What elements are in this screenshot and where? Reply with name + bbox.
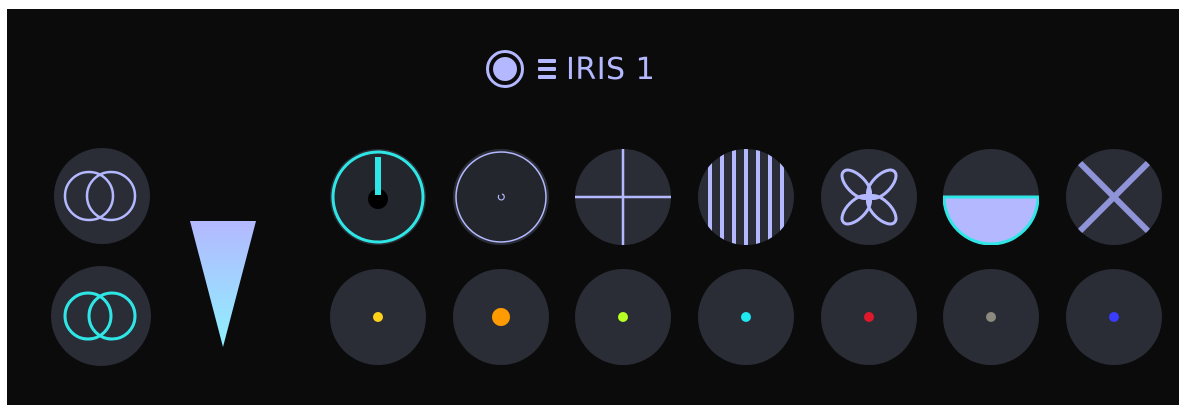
color-dot-yellow <box>373 312 383 322</box>
color-blue-button[interactable] <box>1066 269 1162 365</box>
header: IRIS 1 <box>480 44 655 94</box>
overlap-rings-icon <box>63 170 137 222</box>
iris-ring-dot <box>493 57 517 81</box>
iris-ring-icon[interactable] <box>486 50 524 88</box>
flower-icon <box>840 168 898 226</box>
vertical-lines-button[interactable] <box>698 149 794 245</box>
crosshair-icon <box>575 149 671 245</box>
color-yellow-button[interactable] <box>330 269 426 365</box>
color-red-button[interactable] <box>821 269 917 365</box>
vertical-lines-icon <box>708 149 784 245</box>
iris-dial-icon <box>331 150 425 244</box>
color-dot-orange <box>492 308 510 326</box>
color-dot-gray <box>986 312 996 322</box>
overlap-rings-cyan-button[interactable] <box>51 266 151 366</box>
color-cyan-button[interactable] <box>698 269 794 365</box>
open-circle-button[interactable] <box>453 149 549 245</box>
flower-button[interactable] <box>821 149 917 245</box>
wedge-icon[interactable] <box>189 219 257 349</box>
color-gray-button[interactable] <box>943 269 1039 365</box>
color-orange-button[interactable] <box>453 269 549 365</box>
open-circle-icon <box>455 151 547 243</box>
x-cross-button[interactable] <box>1066 149 1162 245</box>
iris-dial-button[interactable] <box>330 149 426 245</box>
color-dot-cyan <box>741 312 751 322</box>
color-lime-button[interactable] <box>575 269 671 365</box>
overlap-rings-lavender-button[interactable] <box>54 148 150 244</box>
color-dot-red <box>864 312 874 322</box>
menu-icon[interactable] <box>538 59 556 79</box>
crosshair-button[interactable] <box>575 149 671 245</box>
overlap-rings-icon <box>63 291 137 341</box>
color-dot-blue <box>1109 312 1119 322</box>
page-title: IRIS 1 <box>566 51 656 87</box>
half-moon-icon <box>943 195 1039 245</box>
color-dot-lime <box>618 312 628 322</box>
half-moon-button[interactable] <box>943 149 1039 245</box>
x-cross-icon <box>1077 160 1151 234</box>
